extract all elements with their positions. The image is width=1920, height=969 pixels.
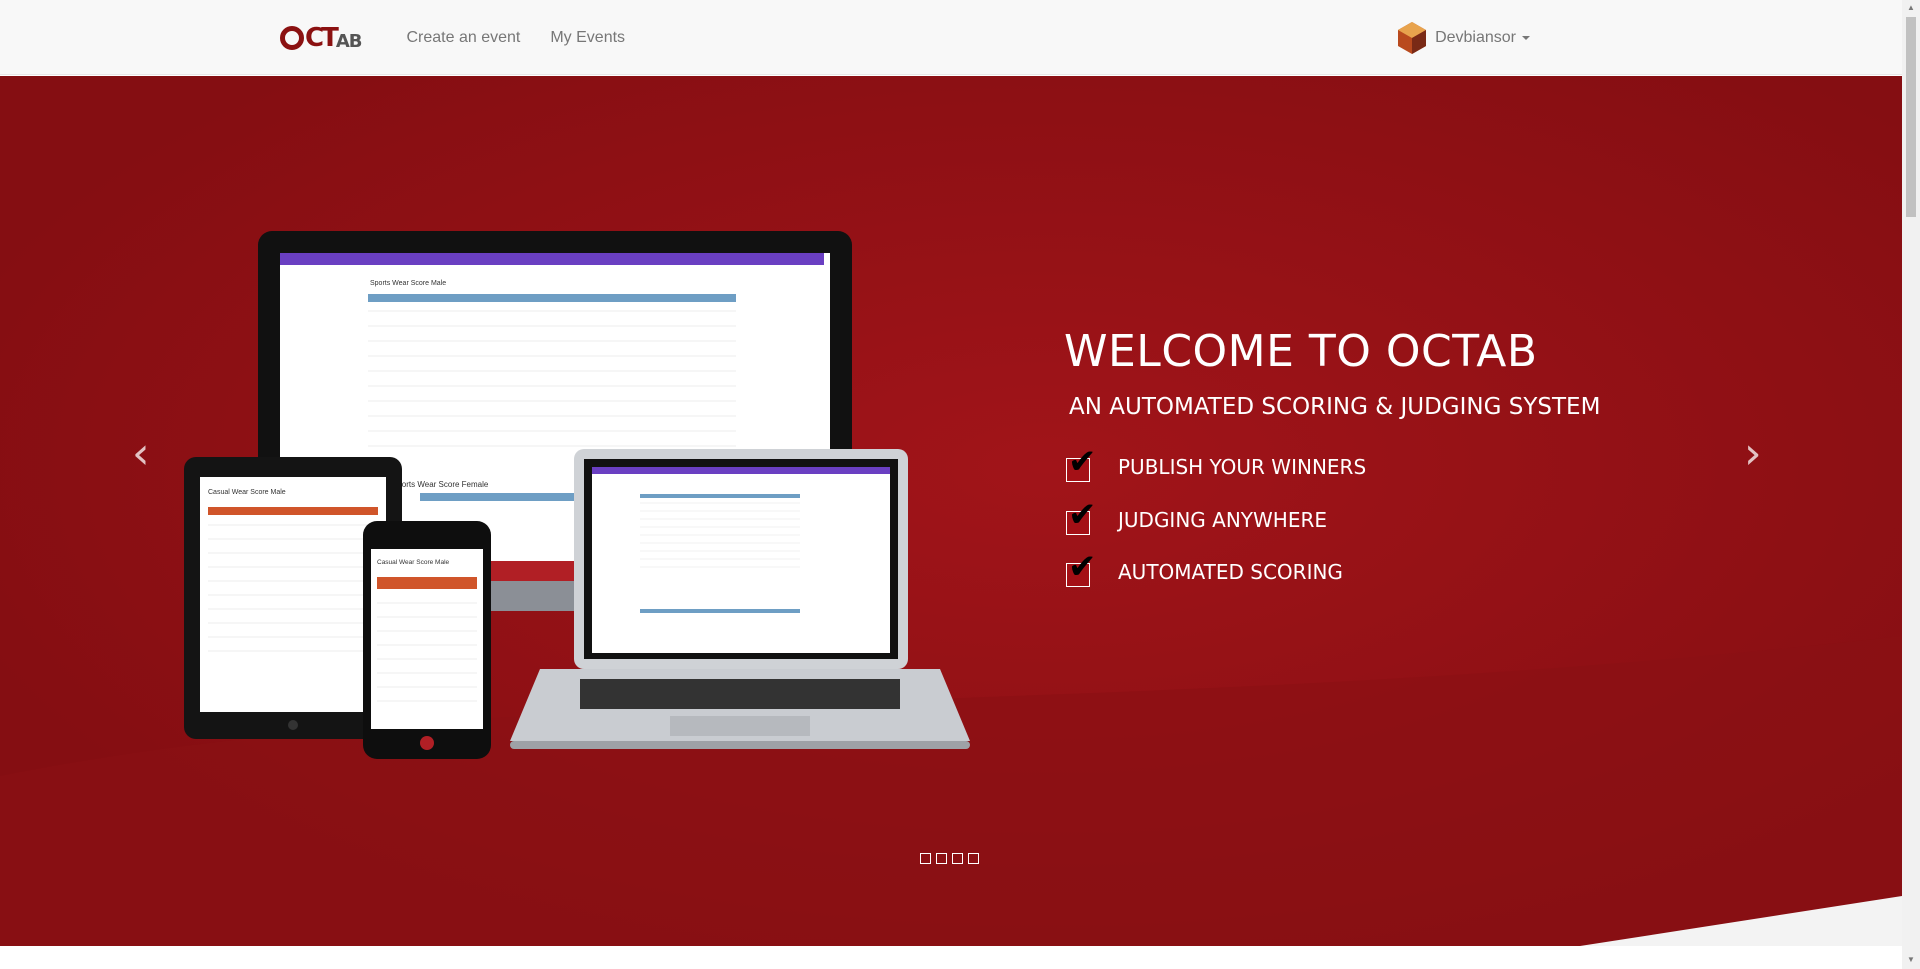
user-name: Devbiansor [1435, 28, 1516, 46]
feature-item: ✔ PUBLISH YOUR WINNERS [1066, 442, 1367, 482]
nav-my-events-link[interactable]: My Events [535, 0, 640, 75]
feature-label: JUDGING ANYWHERE [1118, 508, 1327, 532]
brand-logo[interactable]: CT AB [280, 22, 362, 53]
avatar-icon [1398, 21, 1427, 54]
monitor-screen [280, 253, 830, 473]
feature-item: ✔ JUDGING ANYWHERE [1066, 495, 1327, 535]
checkbox-checked-icon: ✔ [1066, 547, 1097, 587]
user-menu-dropdown[interactable]: Devbiansor [1397, 21, 1530, 55]
carousel-prev-chevron-icon[interactable]: ‹ [132, 428, 150, 479]
navbar-inner: CT AB Create an event My Events Devbianso… [280, 0, 1530, 75]
scroll-up-arrow-icon[interactable]: ▲ [1907, 3, 1915, 12]
monitor-screen-title: Sports Wear Score Male [370, 280, 446, 287]
scrollbar-thumb[interactable] [1906, 17, 1916, 217]
checkbox-checked-icon: ✔ [1066, 495, 1097, 535]
logo-ring-icon [280, 25, 304, 50]
devices-mockup-image: Sports Wear Score Male Sports Wear Score… [184, 231, 970, 759]
nav-create-event-link[interactable]: Create an event [391, 0, 535, 75]
monitor-topbar [280, 253, 824, 265]
hero-title: WELCOME TO OCTAB [1064, 326, 1538, 377]
carousel-next-chevron-icon[interactable]: › [1744, 428, 1762, 479]
caret-down-icon [1522, 35, 1530, 40]
tablet-screen-title: Casual Wear Score Male [208, 489, 286, 496]
vertical-scrollbar[interactable]: ▲ ▼ [1902, 0, 1920, 969]
hero-carousel: ‹ › Sports Wear Score Male Sports Wear S… [0, 76, 1902, 946]
feature-item: ✔ AUTOMATED SCORING [1066, 547, 1343, 587]
logo-text: CT [305, 22, 339, 53]
carousel-indicator[interactable] [968, 853, 979, 864]
phone-screen [371, 549, 483, 729]
carousel-indicator[interactable] [920, 853, 931, 864]
phone-screen-title: Casual Wear Score Male [377, 559, 450, 566]
hero-subtitle: AN AUTOMATED SCORING & JUDGING SYSTEM [1069, 394, 1601, 420]
carousel-indicator[interactable] [952, 853, 963, 864]
monitor-screen-subtitle: Sports Wear Score Female [392, 480, 489, 489]
navbar: CT AB Create an event My Events Devbianso… [0, 0, 1902, 75]
checkbox-checked-icon: ✔ [1066, 442, 1097, 482]
carousel-indicator[interactable] [936, 853, 947, 864]
carousel-indicators [920, 853, 979, 864]
feature-label: PUBLISH YOUR WINNERS [1118, 455, 1367, 479]
scroll-down-arrow-icon[interactable]: ▼ [1907, 955, 1915, 964]
feature-label: AUTOMATED SCORING [1118, 560, 1343, 584]
